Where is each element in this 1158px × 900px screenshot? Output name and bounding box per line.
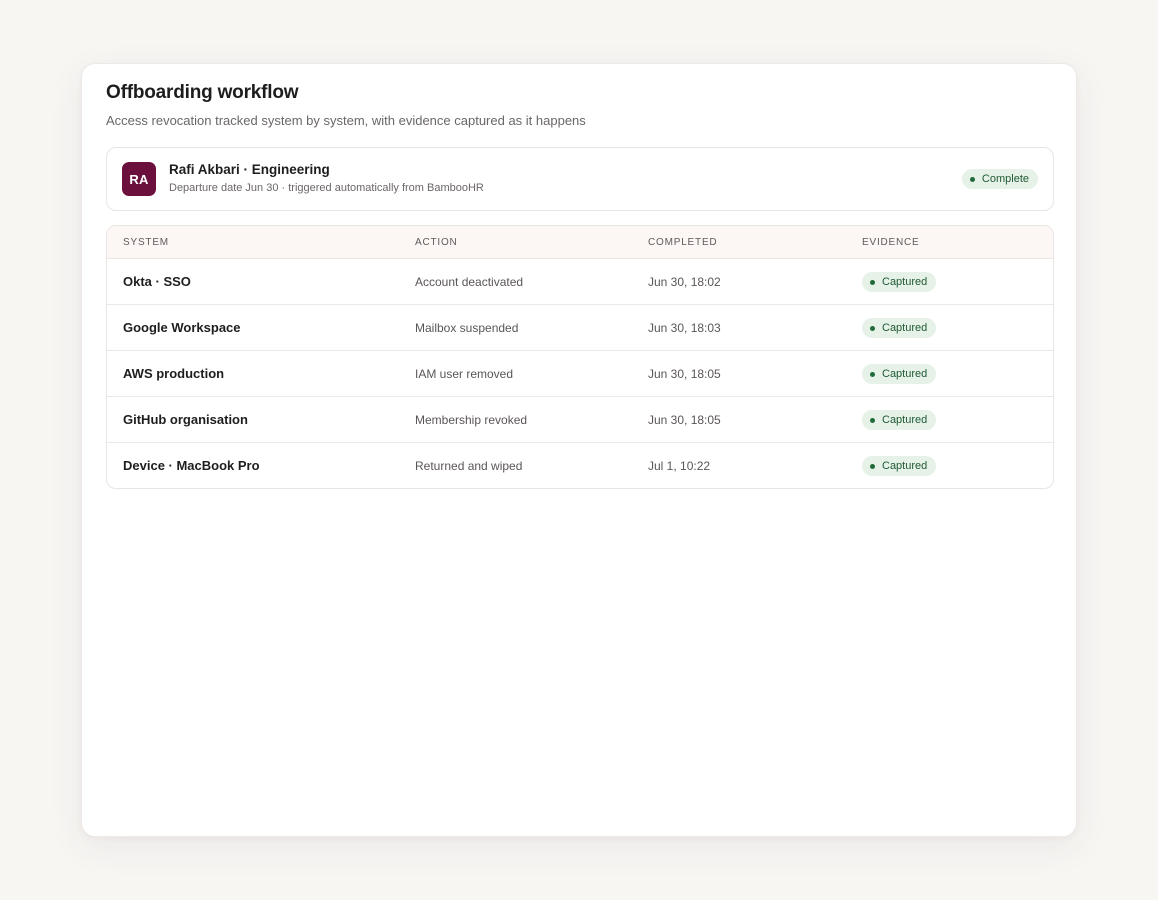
cell-system: Okta · SSO [123, 274, 191, 289]
status-dot-icon [969, 176, 975, 182]
cell-completed: Jun 30, 18:05 [648, 367, 721, 381]
cell-action: IAM user removed [415, 367, 514, 381]
cell-action: Returned and wiped [415, 459, 523, 473]
cell-action: Mailbox suspended [415, 321, 519, 335]
column-header-action: ACTION [415, 237, 458, 248]
table-row[interactable]: GitHub organisation Membership revoked J… [107, 397, 1053, 443]
offboarding-card: Offboarding workflow Access revocation t… [81, 63, 1077, 837]
evidence-badge-label: Captured [882, 322, 928, 334]
cell-action: Membership revoked [415, 413, 528, 427]
evidence-badge-label: Captured [882, 276, 928, 288]
table-body: Okta · SSO Account deactivated Jun 30, 1… [107, 259, 1053, 488]
table-row[interactable]: Google Workspace Mailbox suspended Jun 3… [107, 305, 1053, 351]
employee-summary: RA Rafi Akbari · Engineering Departure d… [106, 147, 1054, 211]
status-badge: Complete [961, 169, 1038, 189]
evidence-dot-icon [870, 325, 875, 331]
employee-name: Rafi Akbari · Engineering [169, 162, 330, 177]
cell-system: GitHub organisation [123, 412, 248, 427]
table-row[interactable]: AWS production IAM user removed Jun 30, … [107, 351, 1053, 397]
evidence-badge[interactable]: Captured [862, 272, 937, 292]
cell-system: Google Workspace [123, 320, 241, 335]
evidence-dot-icon [870, 371, 875, 377]
evidence-badge[interactable]: Captured [862, 456, 937, 476]
cell-completed: Jun 30, 18:03 [648, 321, 721, 335]
evidence-badge-label: Captured [882, 460, 928, 472]
column-header-system: SYSTEM [123, 237, 169, 248]
avatar: RA [122, 162, 156, 196]
page-title: Offboarding workflow [106, 82, 299, 103]
cell-completed: Jul 1, 10:22 [648, 459, 711, 473]
evidence-badge-label: Captured [882, 368, 928, 380]
cell-action: Account deactivated [415, 275, 524, 289]
cell-system: Device · MacBook Pro [123, 458, 260, 473]
systems-table: SYSTEM ACTION COMPLETED EVIDENCE Okta · … [106, 225, 1054, 489]
evidence-badge[interactable]: Captured [862, 318, 937, 338]
column-header-evidence: EVIDENCE [862, 237, 920, 248]
cell-completed: Jun 30, 18:02 [648, 275, 721, 289]
evidence-badge[interactable]: Captured [862, 410, 937, 430]
status-badge-label: Complete [981, 173, 1029, 185]
employee-meta: Departure date Jun 30 · triggered automa… [169, 182, 484, 194]
evidence-badge-label: Captured [882, 414, 928, 426]
page-subtitle: Access revocation tracked system by syst… [106, 113, 586, 128]
evidence-dot-icon [870, 463, 875, 469]
table-row[interactable]: Okta · SSO Account deactivated Jun 30, 1… [107, 259, 1053, 305]
table-header: SYSTEM ACTION COMPLETED EVIDENCE [107, 226, 1053, 259]
evidence-badge[interactable]: Captured [862, 364, 937, 384]
table-row[interactable]: Device · MacBook Pro Returned and wiped … [107, 443, 1053, 488]
evidence-dot-icon [870, 279, 875, 285]
column-header-completed: COMPLETED [648, 237, 718, 248]
cell-system: AWS production [123, 366, 225, 381]
cell-completed: Jun 30, 18:05 [648, 413, 721, 427]
evidence-dot-icon [870, 417, 875, 423]
